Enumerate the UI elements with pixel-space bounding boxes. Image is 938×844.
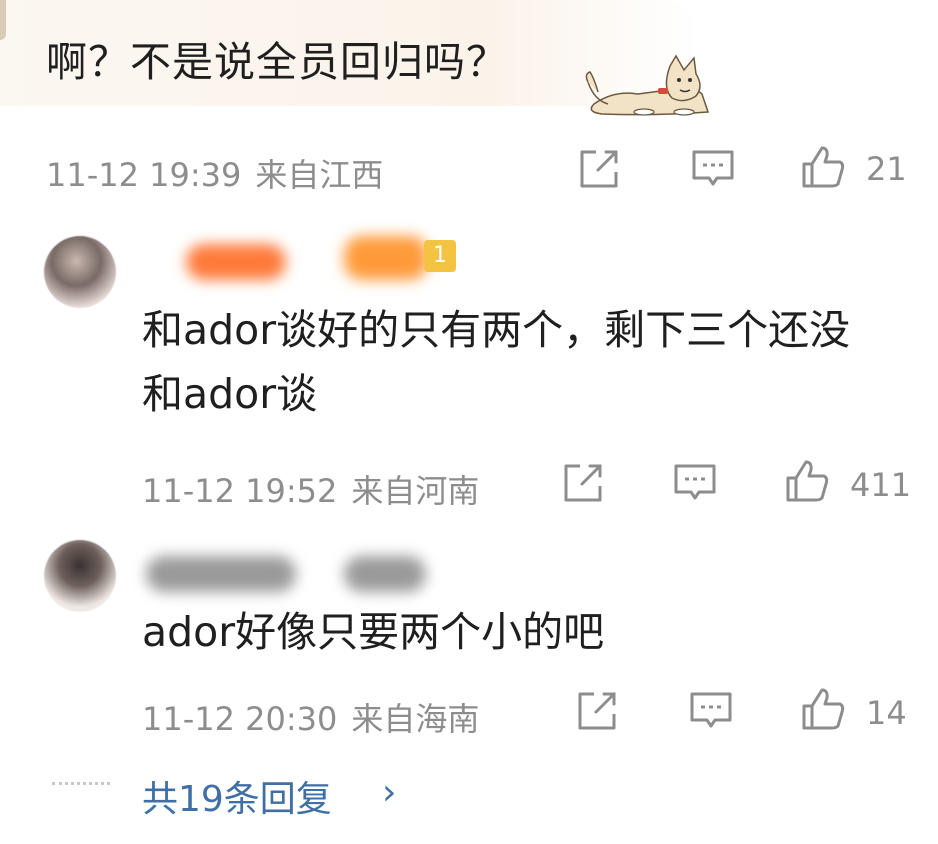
reply-text: 和ador谈好的只有两个，剩下三个还没和ador谈 (142, 306, 851, 418)
reply-like-count: 14 (866, 694, 907, 732)
comment-icon[interactable] (672, 460, 718, 506)
shiba-dog-sticker-icon (585, 54, 710, 116)
username-blurred[interactable] (186, 244, 286, 280)
username-blurred[interactable] (344, 236, 428, 280)
share-icon[interactable] (560, 460, 606, 506)
reply-time: 11-12 19:52 (142, 472, 338, 510)
reply-like-count: 411 (850, 466, 912, 504)
divider-dots (52, 782, 110, 785)
top-comment-text: 啊？不是说全员回归吗？ (46, 38, 508, 86)
top-comment-location: 来自江西 (255, 156, 384, 194)
comment-icon[interactable] (688, 688, 734, 734)
comment-icon[interactable] (690, 146, 736, 192)
more-replies-link[interactable]: 共19条回复 (142, 770, 332, 822)
reply-meta: 11-12 20:30 来自海南 (142, 694, 479, 740)
reply-meta: 11-12 19:52 来自河南 (142, 466, 479, 512)
like-icon[interactable] (800, 686, 846, 732)
username-blurred[interactable] (344, 556, 426, 592)
reply-text: ador好像只要两个小的吧 (142, 608, 605, 656)
avatar-edge (0, 0, 6, 40)
top-comment-like-count: 21 (866, 150, 907, 188)
top-comment-time: 11-12 19:39 (46, 156, 242, 194)
reply-location: 来自河南 (351, 472, 480, 510)
top-comment-meta: 11-12 19:39 来自江西 (46, 150, 383, 196)
like-icon[interactable] (800, 144, 846, 190)
avatar[interactable] (44, 540, 116, 612)
username-blurred[interactable] (146, 556, 296, 592)
like-icon[interactable] (784, 458, 830, 504)
share-icon[interactable] (574, 688, 620, 734)
avatar[interactable] (44, 236, 116, 308)
reply-time: 11-12 20:30 (142, 700, 338, 738)
fan-level-badge: 1 (424, 240, 456, 272)
chevron-right-icon[interactable]: › (382, 772, 396, 813)
share-icon[interactable] (576, 146, 622, 192)
reply-location: 来自海南 (351, 700, 480, 738)
